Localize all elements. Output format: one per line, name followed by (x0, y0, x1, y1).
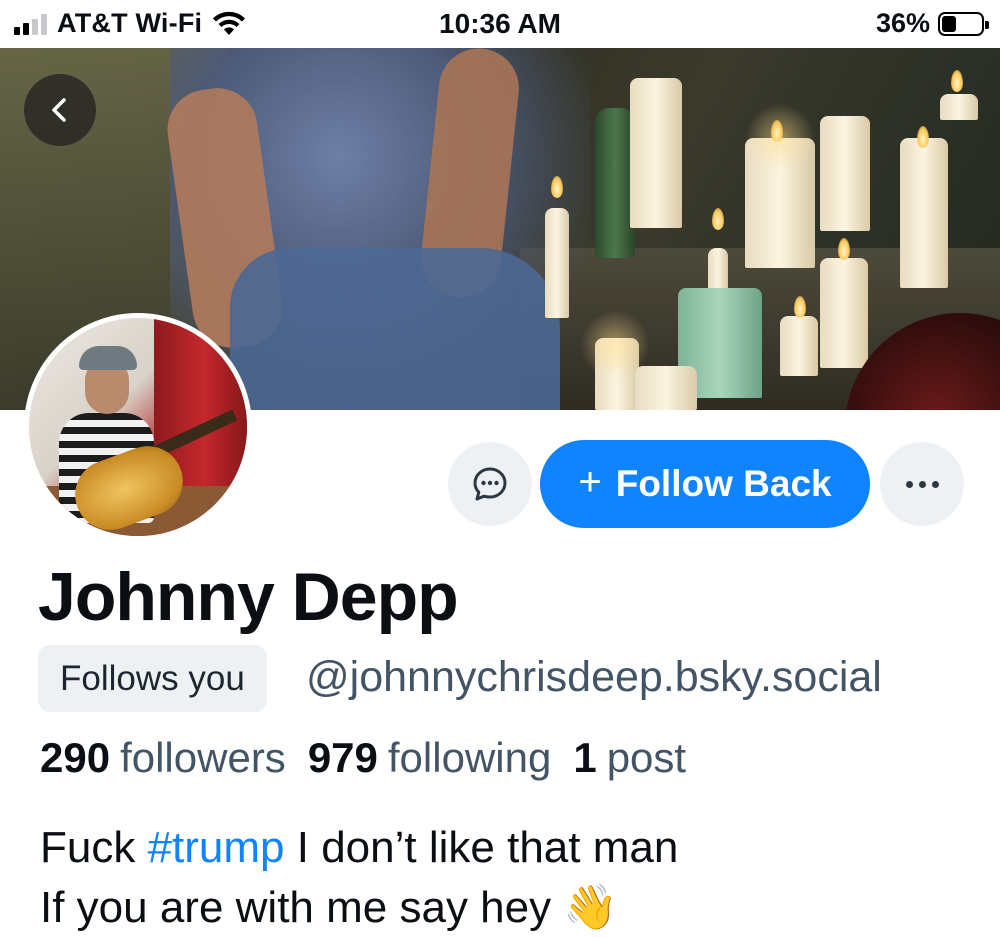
profile-handle: @johnnychrisdeep.bsky.social (306, 653, 882, 701)
plus-icon: + (578, 460, 602, 504)
display-name: Johnny Depp (38, 559, 459, 635)
status-bar-right: 36% (875, 8, 989, 39)
bio-hashtag-link[interactable]: #trump (148, 823, 285, 872)
following-count[interactable]: 979 (308, 734, 378, 782)
posts-count: 1 (573, 734, 597, 781)
followers-count[interactable]: 290 (40, 734, 110, 782)
waving-hand-emoji: 👋 (563, 883, 619, 932)
message-bubble-icon (473, 467, 507, 501)
bio-text-suffix: I don’t like that man (284, 823, 679, 872)
battery-percent: 36% (875, 8, 930, 38)
follow-back-label: Follow Back (615, 463, 832, 504)
more-options-button[interactable] (880, 442, 964, 526)
bio-text-prefix: Fuck (40, 823, 148, 872)
more-dots-icon (905, 480, 939, 488)
follow-back-button[interactable]: + Follow Back (540, 440, 870, 528)
battery-icon (938, 11, 989, 36)
message-button[interactable] (448, 442, 532, 526)
back-chevron-icon (52, 98, 66, 122)
bio-line-2-text: If you are with me say hey (40, 883, 552, 932)
avatar[interactable] (24, 313, 252, 541)
follows-you-label: Follows you (60, 658, 245, 698)
following-label[interactable]: following (388, 734, 551, 782)
bio-line-2: If you are with me say hey 👋 (40, 878, 678, 937)
follows-you-badge: Follows you (38, 645, 267, 712)
bio-line-1: Fuck #trump I don’t like that man (40, 818, 678, 878)
posts-label: post (606, 734, 687, 781)
back-button[interactable] (24, 74, 96, 146)
profile-bio: Fuck #trump I don’t like that man If you… (40, 818, 678, 937)
clock: 10:36 AM (439, 8, 561, 39)
profile-stats: 290 followers 979 following 1 post (40, 734, 698, 782)
followers-label[interactable]: followers (120, 734, 286, 782)
status-bar: AT&T Wi-Fi 10:36 AM 36% (0, 0, 1000, 48)
